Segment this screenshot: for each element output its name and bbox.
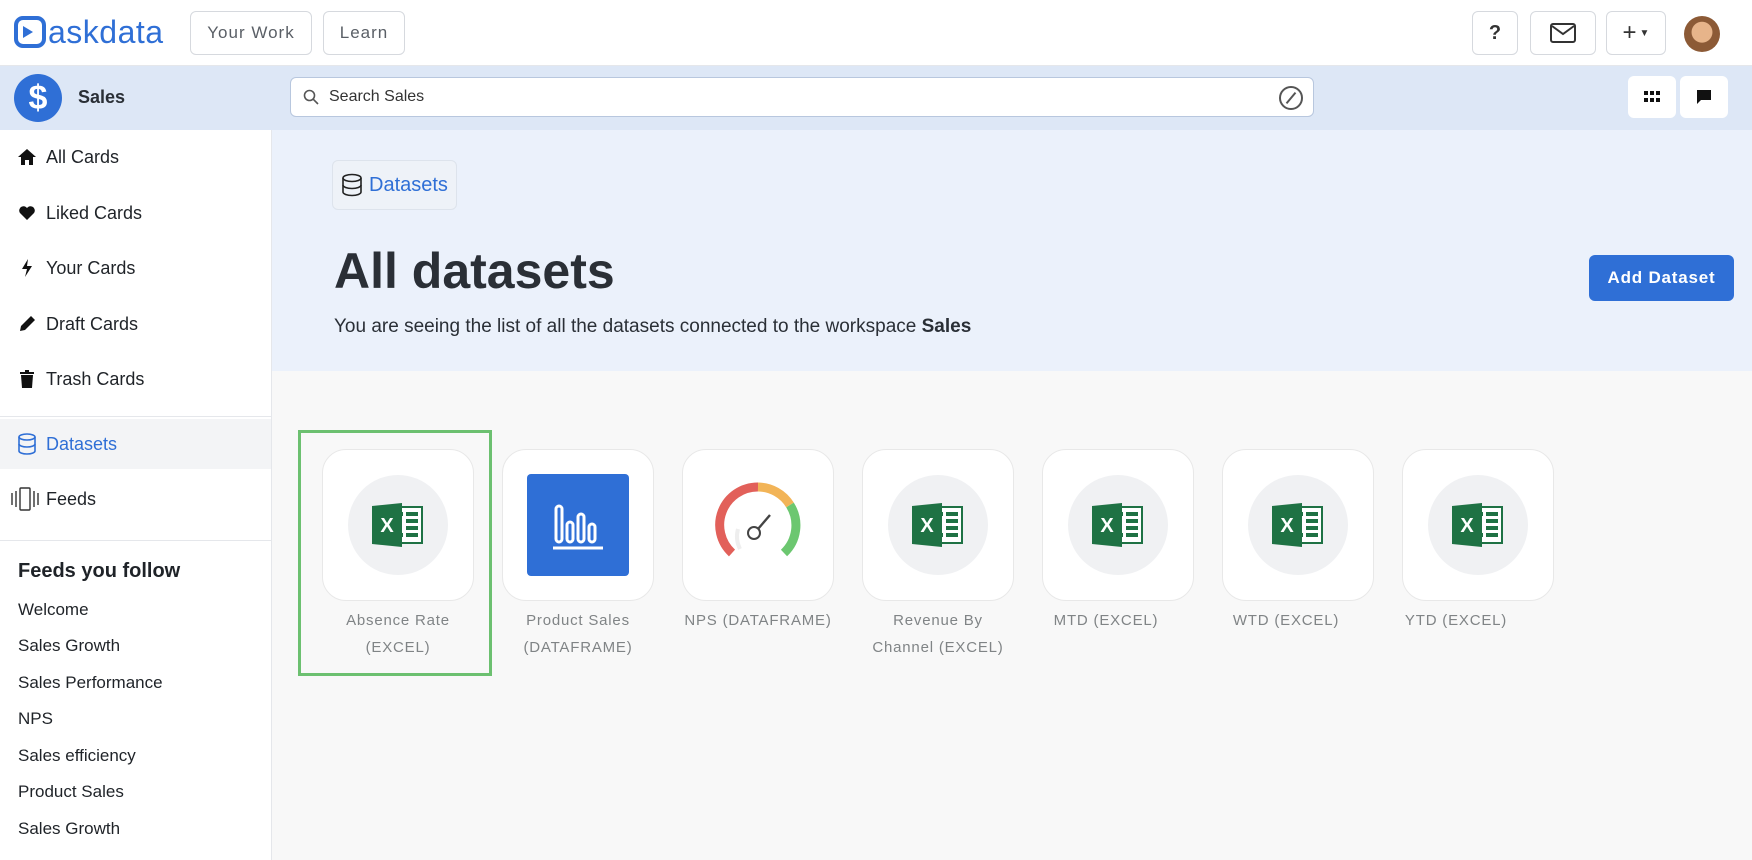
chat-button[interactable] xyxy=(1680,76,1728,118)
search-input[interactable]: Search Sales xyxy=(329,88,424,106)
sidebar-item-your-cards[interactable]: Your Cards xyxy=(0,244,271,292)
feeds-you-follow-heading: Feeds you follow xyxy=(18,560,181,582)
sidebar-item-draft-cards[interactable]: Draft Cards xyxy=(0,300,271,348)
dataset-label: MTD (EXCEL) xyxy=(1053,612,1159,629)
excel-icon: X xyxy=(888,475,988,575)
logo-play-icon xyxy=(14,16,46,48)
compass-icon[interactable] xyxy=(1279,86,1303,110)
bar-chart-icon xyxy=(527,474,629,576)
breadcrumb-label: Datasets xyxy=(369,173,448,196)
chat-icon xyxy=(1697,90,1711,104)
pencil-icon xyxy=(16,315,38,333)
main-content: Datasets All datasets You are seeing the… xyxy=(272,130,1752,860)
sidebar-item-label: Datasets xyxy=(46,433,118,454)
followed-feed-item[interactable]: Sales Performance xyxy=(18,673,163,693)
sidebar-item-trash-cards[interactable]: Trash Cards xyxy=(0,355,271,403)
sidebar-item-label: Feeds xyxy=(46,488,97,509)
gauge-icon xyxy=(715,482,801,557)
grid-icon xyxy=(1644,91,1660,102)
envelope-icon xyxy=(1550,23,1576,43)
user-avatar[interactable] xyxy=(1684,16,1720,52)
sidebar-divider xyxy=(0,540,271,541)
dataset-card[interactable] xyxy=(682,449,834,601)
followed-feed-item[interactable]: Welcome xyxy=(18,600,89,620)
svg-text:X: X xyxy=(1280,515,1294,537)
page-header: Datasets All datasets You are seeing the… xyxy=(272,130,1752,371)
sidebar: All Cards Liked Cards Your Cards Draft C… xyxy=(0,130,272,860)
svg-text:X: X xyxy=(920,515,934,537)
messages-button[interactable] xyxy=(1530,11,1596,55)
selection-highlight xyxy=(298,430,492,676)
page-title: All datasets xyxy=(334,243,615,299)
bolt-icon xyxy=(16,259,38,277)
add-dataset-button[interactable]: Add Dataset xyxy=(1589,255,1734,301)
grid-view-button[interactable] xyxy=(1628,76,1676,118)
dataset-card[interactable] xyxy=(502,449,654,601)
dataset-label: Product Sales (DATAFRAME) xyxy=(523,612,633,656)
sidebar-item-label: Liked Cards xyxy=(46,202,143,223)
sidebar-item-feeds[interactable]: Feeds xyxy=(0,475,271,523)
breadcrumb[interactable]: Datasets xyxy=(332,160,457,210)
dataset-label: Revenue By Channel (EXCEL) xyxy=(872,612,1004,656)
subtitle-workspace: Sales xyxy=(921,316,972,337)
trash-icon xyxy=(16,370,38,388)
home-icon xyxy=(16,148,38,166)
followed-feed-item[interactable]: Sales efficiency xyxy=(18,746,136,766)
askdata-logo[interactable]: askdata xyxy=(14,14,164,50)
your-work-button[interactable]: Your Work xyxy=(190,11,312,55)
followed-feed-item[interactable]: NPS xyxy=(18,709,53,729)
workspace-bar: $ Sales Search Sales xyxy=(0,66,1752,130)
dataset-card[interactable]: X xyxy=(1222,449,1374,601)
sidebar-item-label: All Cards xyxy=(46,146,120,167)
dataset-card[interactable]: X xyxy=(1042,449,1194,601)
database-icon xyxy=(341,173,363,197)
sidebar-item-label: Draft Cards xyxy=(46,313,139,334)
add-menu-button[interactable]: + ▼ xyxy=(1606,11,1666,55)
help-icon: ? xyxy=(1488,21,1502,44)
sidebar-item-datasets[interactable]: Datasets xyxy=(0,419,271,469)
sidebar-divider xyxy=(0,416,271,417)
help-button[interactable]: ? xyxy=(1472,11,1518,55)
excel-icon: X xyxy=(1068,475,1168,575)
dataset-card[interactable]: X xyxy=(862,449,1014,601)
dataset-grid: X Absence Rate (EXCEL) Product Sales (DATA… xyxy=(272,371,1752,860)
followed-feed-item[interactable]: Product Sales xyxy=(18,782,124,802)
excel-icon: X xyxy=(1428,475,1528,575)
followed-feed-item[interactable]: Sales Growth xyxy=(18,636,120,656)
dataset-label: YTD (EXCEL) xyxy=(1404,612,1508,629)
dataset-card[interactable]: X xyxy=(1402,449,1554,601)
svg-text:X: X xyxy=(1100,515,1114,537)
caret-down-icon: ▼ xyxy=(1639,27,1650,39)
database-icon xyxy=(16,433,38,455)
logo-text: askdata xyxy=(48,13,164,50)
svg-text:X: X xyxy=(1460,515,1474,537)
excel-icon: X xyxy=(1248,475,1348,575)
learn-button[interactable]: Learn xyxy=(323,11,405,55)
plus-icon: + xyxy=(1622,19,1637,46)
feeds-icon xyxy=(10,487,40,511)
workspace-name[interactable]: Sales xyxy=(78,87,125,108)
sidebar-item-liked-cards[interactable]: Liked Cards xyxy=(0,189,271,237)
dataset-label: NPS (DATAFRAME) xyxy=(684,612,832,629)
followed-feed-item[interactable]: Sales Growth xyxy=(18,819,120,839)
heart-icon xyxy=(16,205,38,221)
page-subtitle: You are seeing the list of all the datas… xyxy=(334,316,971,338)
sidebar-item-label: Your Cards xyxy=(46,257,136,278)
sidebar-item-all-cards[interactable]: All Cards xyxy=(0,133,271,181)
search-bar[interactable]: Search Sales xyxy=(290,77,1314,117)
search-icon xyxy=(303,89,319,105)
subtitle-text: You are seeing the list of all the datas… xyxy=(334,316,917,337)
dataset-label: WTD (EXCEL) xyxy=(1232,612,1340,629)
top-bar: askdata Your Work Learn ? + ▼ xyxy=(0,0,1752,66)
workspace-dollar-icon[interactable]: $ xyxy=(14,74,62,122)
sidebar-item-label: Trash Cards xyxy=(46,368,145,389)
